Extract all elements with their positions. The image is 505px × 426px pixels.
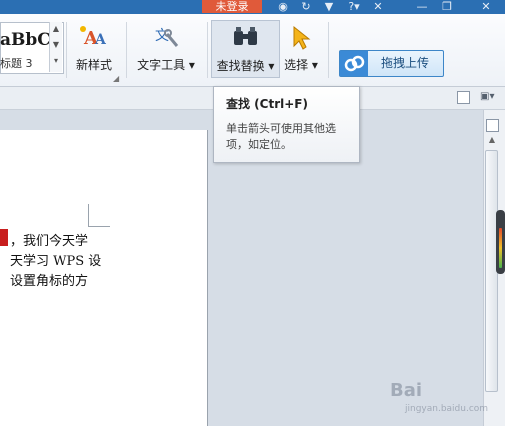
help-icon[interactable]: ?▾ [344,0,364,13]
ribbon-separator [207,22,208,78]
find-replace-button[interactable]: 查找替换 ▾ [211,20,280,78]
scroll-up-button[interactable]: ▲ [486,134,498,146]
shirt-icon[interactable]: ▼ [322,0,336,13]
tooltip-title: 查找 (Ctrl+F) [226,97,308,111]
collapse-icon[interactable]: ✕ [371,0,385,13]
text-tools-label: 文字工具 ▾ [131,56,201,73]
chevron-down-icon: ▾ [268,59,275,73]
minimize-icon[interactable]: — [413,0,431,13]
page-margin-marker [88,226,110,227]
style-gallery-scroll[interactable]: ▲ ▼ ▾ [49,22,62,72]
text-tools-button[interactable]: 文 文字工具 ▾ [131,20,201,76]
panel-menu-icon[interactable]: ▣▾ [480,91,494,102]
select-text: 选择 [284,58,309,72]
style-name: 标题 3 [0,57,33,70]
maximize-icon[interactable]: ❐ [440,0,454,13]
refresh-icon[interactable]: ↻ [299,0,313,13]
chevron-up-icon[interactable]: ▲ [50,24,62,33]
page-margin-marker [88,204,89,226]
document-line[interactable]: 设置角标的方 [10,270,88,289]
expand-icon[interactable]: ▾ [50,56,62,65]
select-button[interactable]: 选择 ▾ [280,20,322,76]
binoculars-icon [234,27,257,45]
cursor-arrow-icon [293,25,311,50]
new-style-icon: A A [80,26,107,49]
new-style-label: 新样式 [75,58,112,72]
watermark-subtext: jingyan.baidu.com [405,404,489,414]
login-button[interactable]: 未登录 [202,0,262,13]
find-replace-label: 查找替换 ▾ [212,57,279,74]
drag-upload-label: 拖拽上传 [380,56,429,70]
side-panel-indicator [499,228,502,268]
skin-icon[interactable]: ◉ [276,0,290,13]
ruler-toggle-icon[interactable] [486,119,499,132]
close-icon[interactable]: ✕ [478,0,494,13]
find-replace-text: 查找替换 [216,59,265,73]
chevron-down-icon: ▾ [188,58,195,72]
text-tools-icon: 文 [155,28,179,47]
text-tools-text: 文字工具 [137,58,186,72]
document-line[interactable]: ，我们今天学 [10,230,88,249]
watermark-logo: Bai [390,380,423,401]
cloud-upload-icon [340,51,368,76]
document-line[interactable]: 天学习 WPS 设 [10,250,101,269]
highlighted-text-mark [0,229,8,246]
pin-icon[interactable] [457,91,470,104]
dialog-launcher-icon[interactable]: ◢ [113,74,119,83]
chevron-down-icon[interactable]: ▼ [50,40,62,49]
new-style-button[interactable]: A A 新样式 [66,20,122,76]
svg-text:A: A [94,32,107,48]
chevron-down-icon: ▾ [311,58,318,72]
ribbon-separator [126,22,127,78]
ribbon-separator [328,22,329,78]
tooltip-body: 单击箭头可使用其他选项，如定位。 [226,122,336,151]
select-label: 选择 ▾ [280,56,322,73]
style-sample: aBbC [0,30,51,50]
